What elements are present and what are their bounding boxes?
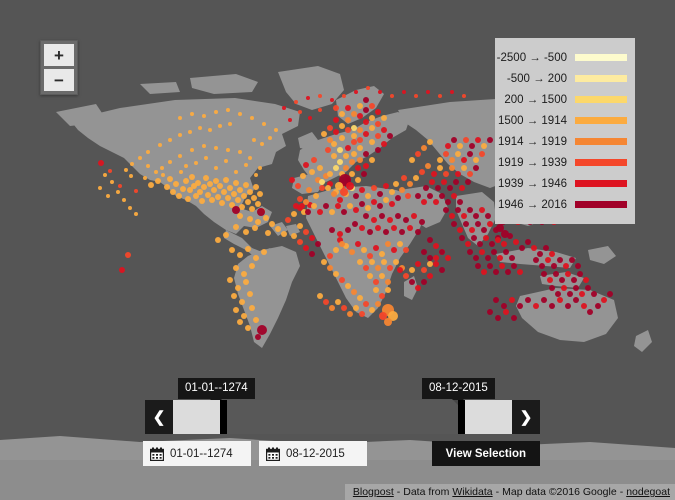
- footer-separator: -: [495, 486, 500, 498]
- legend-color-swatch: [575, 75, 627, 82]
- map-attribution-bar: Blogpost - Data from Wikidata - Map data…: [344, 484, 675, 500]
- legend-color-swatch: [575, 201, 627, 208]
- nodegoat-link[interactable]: nodegoat: [626, 486, 670, 498]
- timeline-start-marker[interactable]: [220, 400, 227, 434]
- legend-label: -2500 → -500: [496, 51, 567, 64]
- timeline-next-button[interactable]: ❯: [512, 400, 540, 434]
- timeline-end-handle[interactable]: [465, 400, 512, 434]
- legend-label: -500 → 200: [506, 72, 567, 85]
- map-application: + − -2500 → -500 -500 → 200 200 → 1500 1500…: [0, 0, 675, 500]
- legend-label: 1946 → 2016: [497, 198, 567, 211]
- legend-color-swatch: [575, 138, 627, 145]
- legend-color-swatch: [575, 117, 627, 124]
- data-from-label: Data from: [403, 486, 450, 498]
- calendar-icon: [150, 447, 164, 461]
- legend-color-swatch: [575, 96, 627, 103]
- calendar-icon: [266, 447, 280, 461]
- legend-label: 200 → 1500: [504, 93, 567, 106]
- legend-row: 1500 → 1914: [498, 110, 627, 131]
- timeline-start-tooltip-text: 01-01--1274: [185, 382, 248, 394]
- end-date-field[interactable]: 08-12-2015: [259, 441, 367, 466]
- timeline-end-marker[interactable]: [458, 400, 465, 434]
- zoom-in-button[interactable]: +: [44, 44, 74, 66]
- timeline-previous-button[interactable]: ❮: [145, 400, 173, 434]
- legend-color-swatch: [575, 54, 627, 61]
- timeline-start-handle[interactable]: [173, 400, 220, 434]
- legend-row: -500 → 200: [503, 68, 627, 89]
- zoom-out-button[interactable]: −: [44, 69, 74, 91]
- timeline-control: 01-01--1274 08-12-2015 ❮ ❯ 01-01--1274 0…: [130, 378, 540, 466]
- blogpost-link[interactable]: Blogpost: [353, 486, 394, 498]
- legend-row: 200 → 1500: [503, 89, 627, 110]
- timeline-slider-track[interactable]: ❮ ❯: [145, 400, 540, 434]
- legend-color-swatch: [575, 159, 627, 166]
- legend-label: 1500 → 1914: [497, 114, 567, 127]
- footer-separator: -: [619, 486, 624, 498]
- legend-row: 1946 → 2016: [498, 194, 627, 215]
- legend-label: 1919 → 1939: [497, 156, 567, 169]
- legend-label: 1914 → 1919: [497, 135, 567, 148]
- end-date-value: 08-12-2015: [286, 447, 345, 460]
- timeline-end-tooltip-text: 08-12-2015: [429, 382, 488, 394]
- timeline-end-tooltip: 08-12-2015: [422, 378, 495, 406]
- map-zoom-control: + −: [40, 40, 78, 95]
- legend-row: 1939 → 1946: [498, 173, 627, 194]
- legend-label: 1939 → 1946: [497, 177, 567, 190]
- legend-row: 1919 → 1939: [498, 152, 627, 173]
- start-date-value: 01-01--1274: [170, 447, 233, 460]
- wikidata-link[interactable]: Wikidata: [452, 486, 492, 498]
- map-data-copyright: Map data ©2016 Google: [502, 486, 617, 498]
- legend-row: -2500 → -500: [497, 47, 627, 68]
- legend-color-swatch: [575, 180, 627, 187]
- start-date-field[interactable]: 01-01--1274: [143, 441, 251, 466]
- view-selection-button[interactable]: View Selection: [431, 441, 540, 466]
- legend-row: 1914 → 1919: [498, 131, 627, 152]
- map-legend: -2500 → -500 -500 → 200 200 → 1500 1500 → 1…: [495, 38, 635, 224]
- footer-separator: -: [396, 486, 401, 498]
- date-input-row: 01-01--1274 08-12-2015 View Selection: [143, 441, 540, 466]
- timeline-start-tooltip: 01-01--1274: [178, 378, 255, 406]
